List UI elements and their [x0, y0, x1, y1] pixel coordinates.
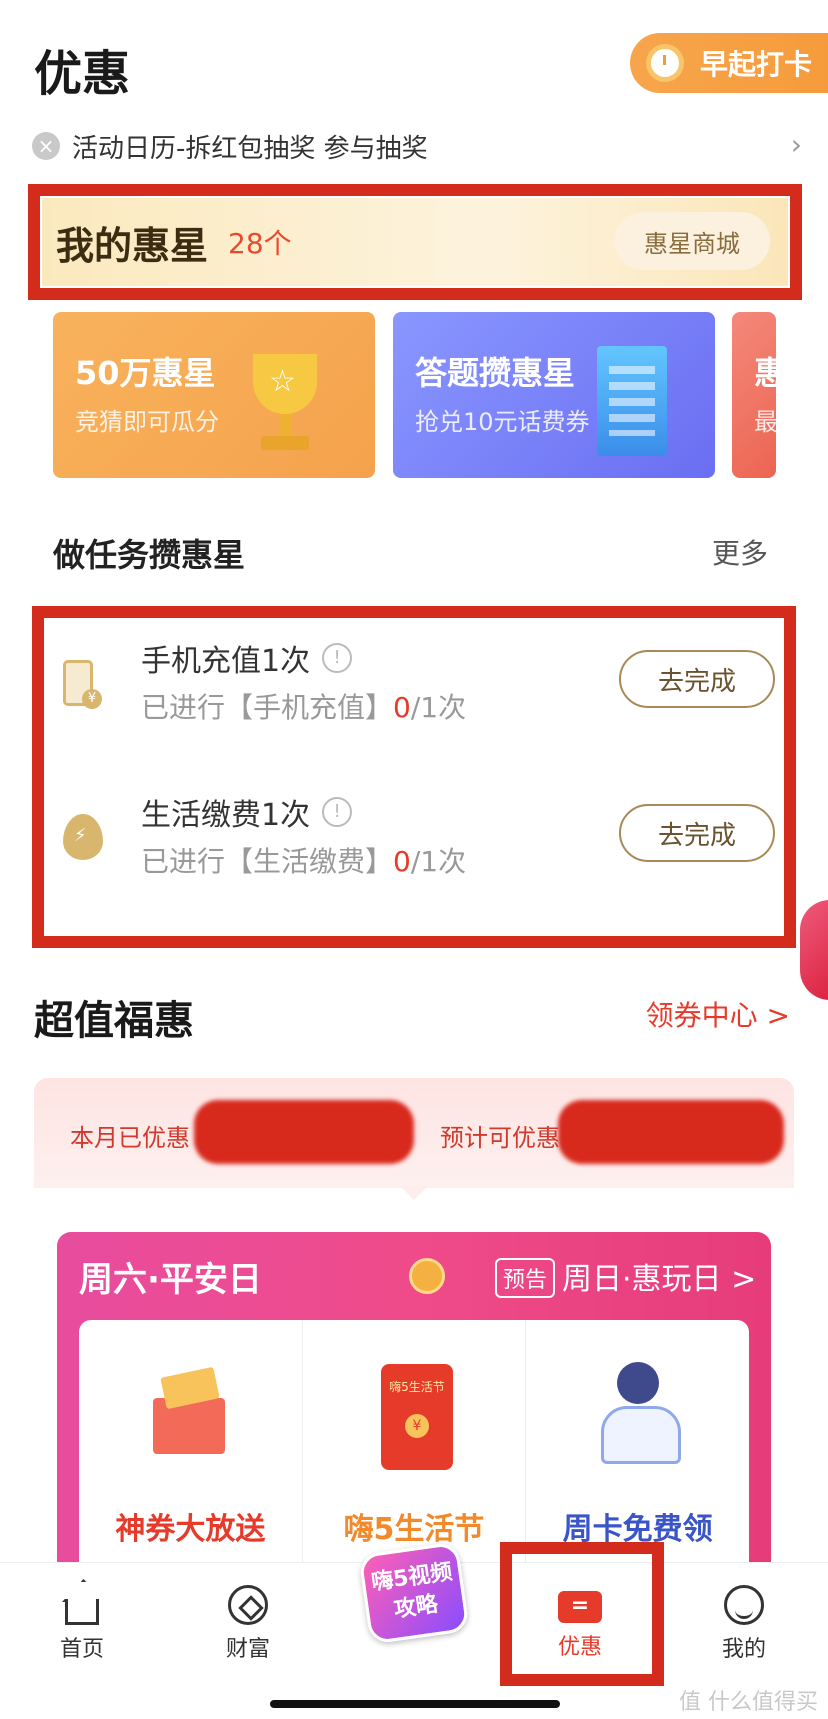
tasks-section-title: 做任务攒惠星: [53, 536, 246, 574]
banner-subtitle: 最: [754, 408, 776, 436]
deals-section-title: 超值福惠: [34, 998, 194, 1044]
tab-home[interactable]: 首页: [22, 1563, 142, 1663]
coin-icon: [409, 1258, 445, 1294]
tab-me[interactable]: 我的: [684, 1563, 804, 1663]
promo-card: 神券大放送 嗨5生活节 周卡免费领: [79, 1320, 749, 1580]
activity-notice[interactable]: × 活动日历-拆红包抽奖 参与抽奖 ›: [32, 128, 802, 164]
home-indicator: [270, 1700, 560, 1708]
info-icon[interactable]: !: [322, 797, 353, 827]
banner-subtitle: 抢兑10元话费券: [415, 408, 590, 436]
trophy-icon: ☆: [245, 354, 325, 454]
redacted-mark: [194, 1100, 414, 1164]
task-item: 生活缴费1次! 已进行【生活缴费】0/1次 去完成: [55, 790, 775, 910]
banner-title: 惠: [754, 354, 776, 392]
tab-label: 我的: [721, 1637, 766, 1662]
task-title: 手机充值1次: [141, 644, 311, 679]
task-progress: 已进行【手机充值】0/1次: [141, 686, 466, 726]
task-title: 生活缴费1次: [141, 798, 311, 833]
banner-title: 50万惠星: [75, 354, 216, 392]
banner-guess[interactable]: 50万惠星 竞猜即可瓜分 ☆: [53, 312, 375, 478]
tab-label: 财富: [225, 1637, 270, 1662]
banner-title: 答题攒惠星: [415, 354, 576, 392]
info-icon[interactable]: !: [322, 643, 353, 673]
tab-label: 首页: [59, 1637, 104, 1662]
coupon-center-link[interactable]: 领券中心 >: [646, 994, 790, 1034]
utility-drop-icon: [63, 814, 107, 866]
watermark: 值 什么值得买: [679, 1690, 818, 1715]
task-progress-prefix: 已进行【手机充值】: [141, 691, 394, 724]
my-stars-card[interactable]: 我的惠星 28个 惠星商城: [42, 198, 788, 286]
my-stars-count: 28个: [228, 227, 292, 260]
chevron-right-icon: ›: [790, 128, 802, 161]
promo-item[interactable]: 周卡免费领: [526, 1320, 749, 1580]
task-progress-done: 0: [393, 691, 411, 724]
complete-task-button[interactable]: 去完成: [619, 804, 775, 862]
task-progress-total: /1次: [410, 691, 467, 724]
doctor-icon: [583, 1360, 693, 1464]
saved-this-month-label: 本月已优惠: [70, 1124, 190, 1152]
gift-box-icon: [135, 1360, 245, 1460]
my-stars-title: 我的惠星: [56, 223, 209, 268]
banner-subtitle: 竞猜即可瓜分: [75, 408, 219, 436]
expected-savings-label: 预计可优惠: [440, 1124, 560, 1152]
task-item: 手机充值1次! 已进行【手机充值】0/1次 去完成: [55, 636, 775, 756]
complete-task-button[interactable]: 去完成: [619, 650, 775, 708]
compass-icon: [228, 1585, 268, 1625]
task-progress-done: 0: [393, 845, 411, 878]
close-icon[interactable]: ×: [32, 132, 60, 160]
weekday-promo-panel: 周六·平安日 预告 周日·惠玩日 > 神券大放送 嗨5生活节 周卡免费领: [57, 1232, 771, 1580]
banner-quiz[interactable]: 答题攒惠星 抢兑10元话费券: [393, 312, 715, 478]
alarm-clock-icon: [646, 44, 684, 82]
task-progress: 已进行【生活缴费】0/1次: [141, 840, 466, 880]
weekday-title: 周六·平安日: [79, 1260, 262, 1300]
floating-promo-tab[interactable]: [800, 900, 828, 1000]
promo-item[interactable]: 嗨5生活节: [303, 1320, 527, 1580]
phone-charge-icon: [63, 660, 107, 712]
user-icon: [724, 1585, 764, 1625]
star-mall-button[interactable]: 惠星商城: [614, 212, 770, 270]
preview-tag: 预告: [495, 1258, 556, 1298]
next-day-link[interactable]: 周日·惠玩日 >: [562, 1254, 756, 1298]
redacted-mark: [558, 1100, 784, 1164]
promo-label: 嗨5生活节: [343, 1512, 485, 1547]
promo-label: 神券大放送: [115, 1512, 266, 1547]
home-icon: [65, 1599, 99, 1625]
task-progress-total: /1次: [410, 845, 467, 878]
promo-item[interactable]: 神券大放送: [79, 1320, 303, 1580]
notice-text: 活动日历-拆红包抽奖 参与抽奖: [72, 133, 428, 164]
video-guide-badge[interactable]: 嗨5视频攻略: [358, 1541, 470, 1645]
early-checkin-button[interactable]: 早起打卡: [630, 33, 828, 93]
savings-summary: 本月已优惠 预计可优惠: [34, 1078, 794, 1188]
tasks-more-link[interactable]: 更多: [712, 532, 768, 572]
building-icon: [597, 346, 667, 456]
red-envelope-icon: [359, 1360, 469, 1470]
banner-partial[interactable]: 惠 最: [732, 312, 776, 478]
task-progress-prefix: 已进行【生活缴费】: [141, 845, 394, 878]
pointer-notch: [400, 1186, 428, 1200]
page-title: 优惠: [34, 46, 131, 102]
highlight-box-offers-tab: [500, 1542, 664, 1686]
tab-wealth[interactable]: 财富: [188, 1563, 308, 1663]
early-checkin-label: 早起打卡: [700, 48, 813, 81]
